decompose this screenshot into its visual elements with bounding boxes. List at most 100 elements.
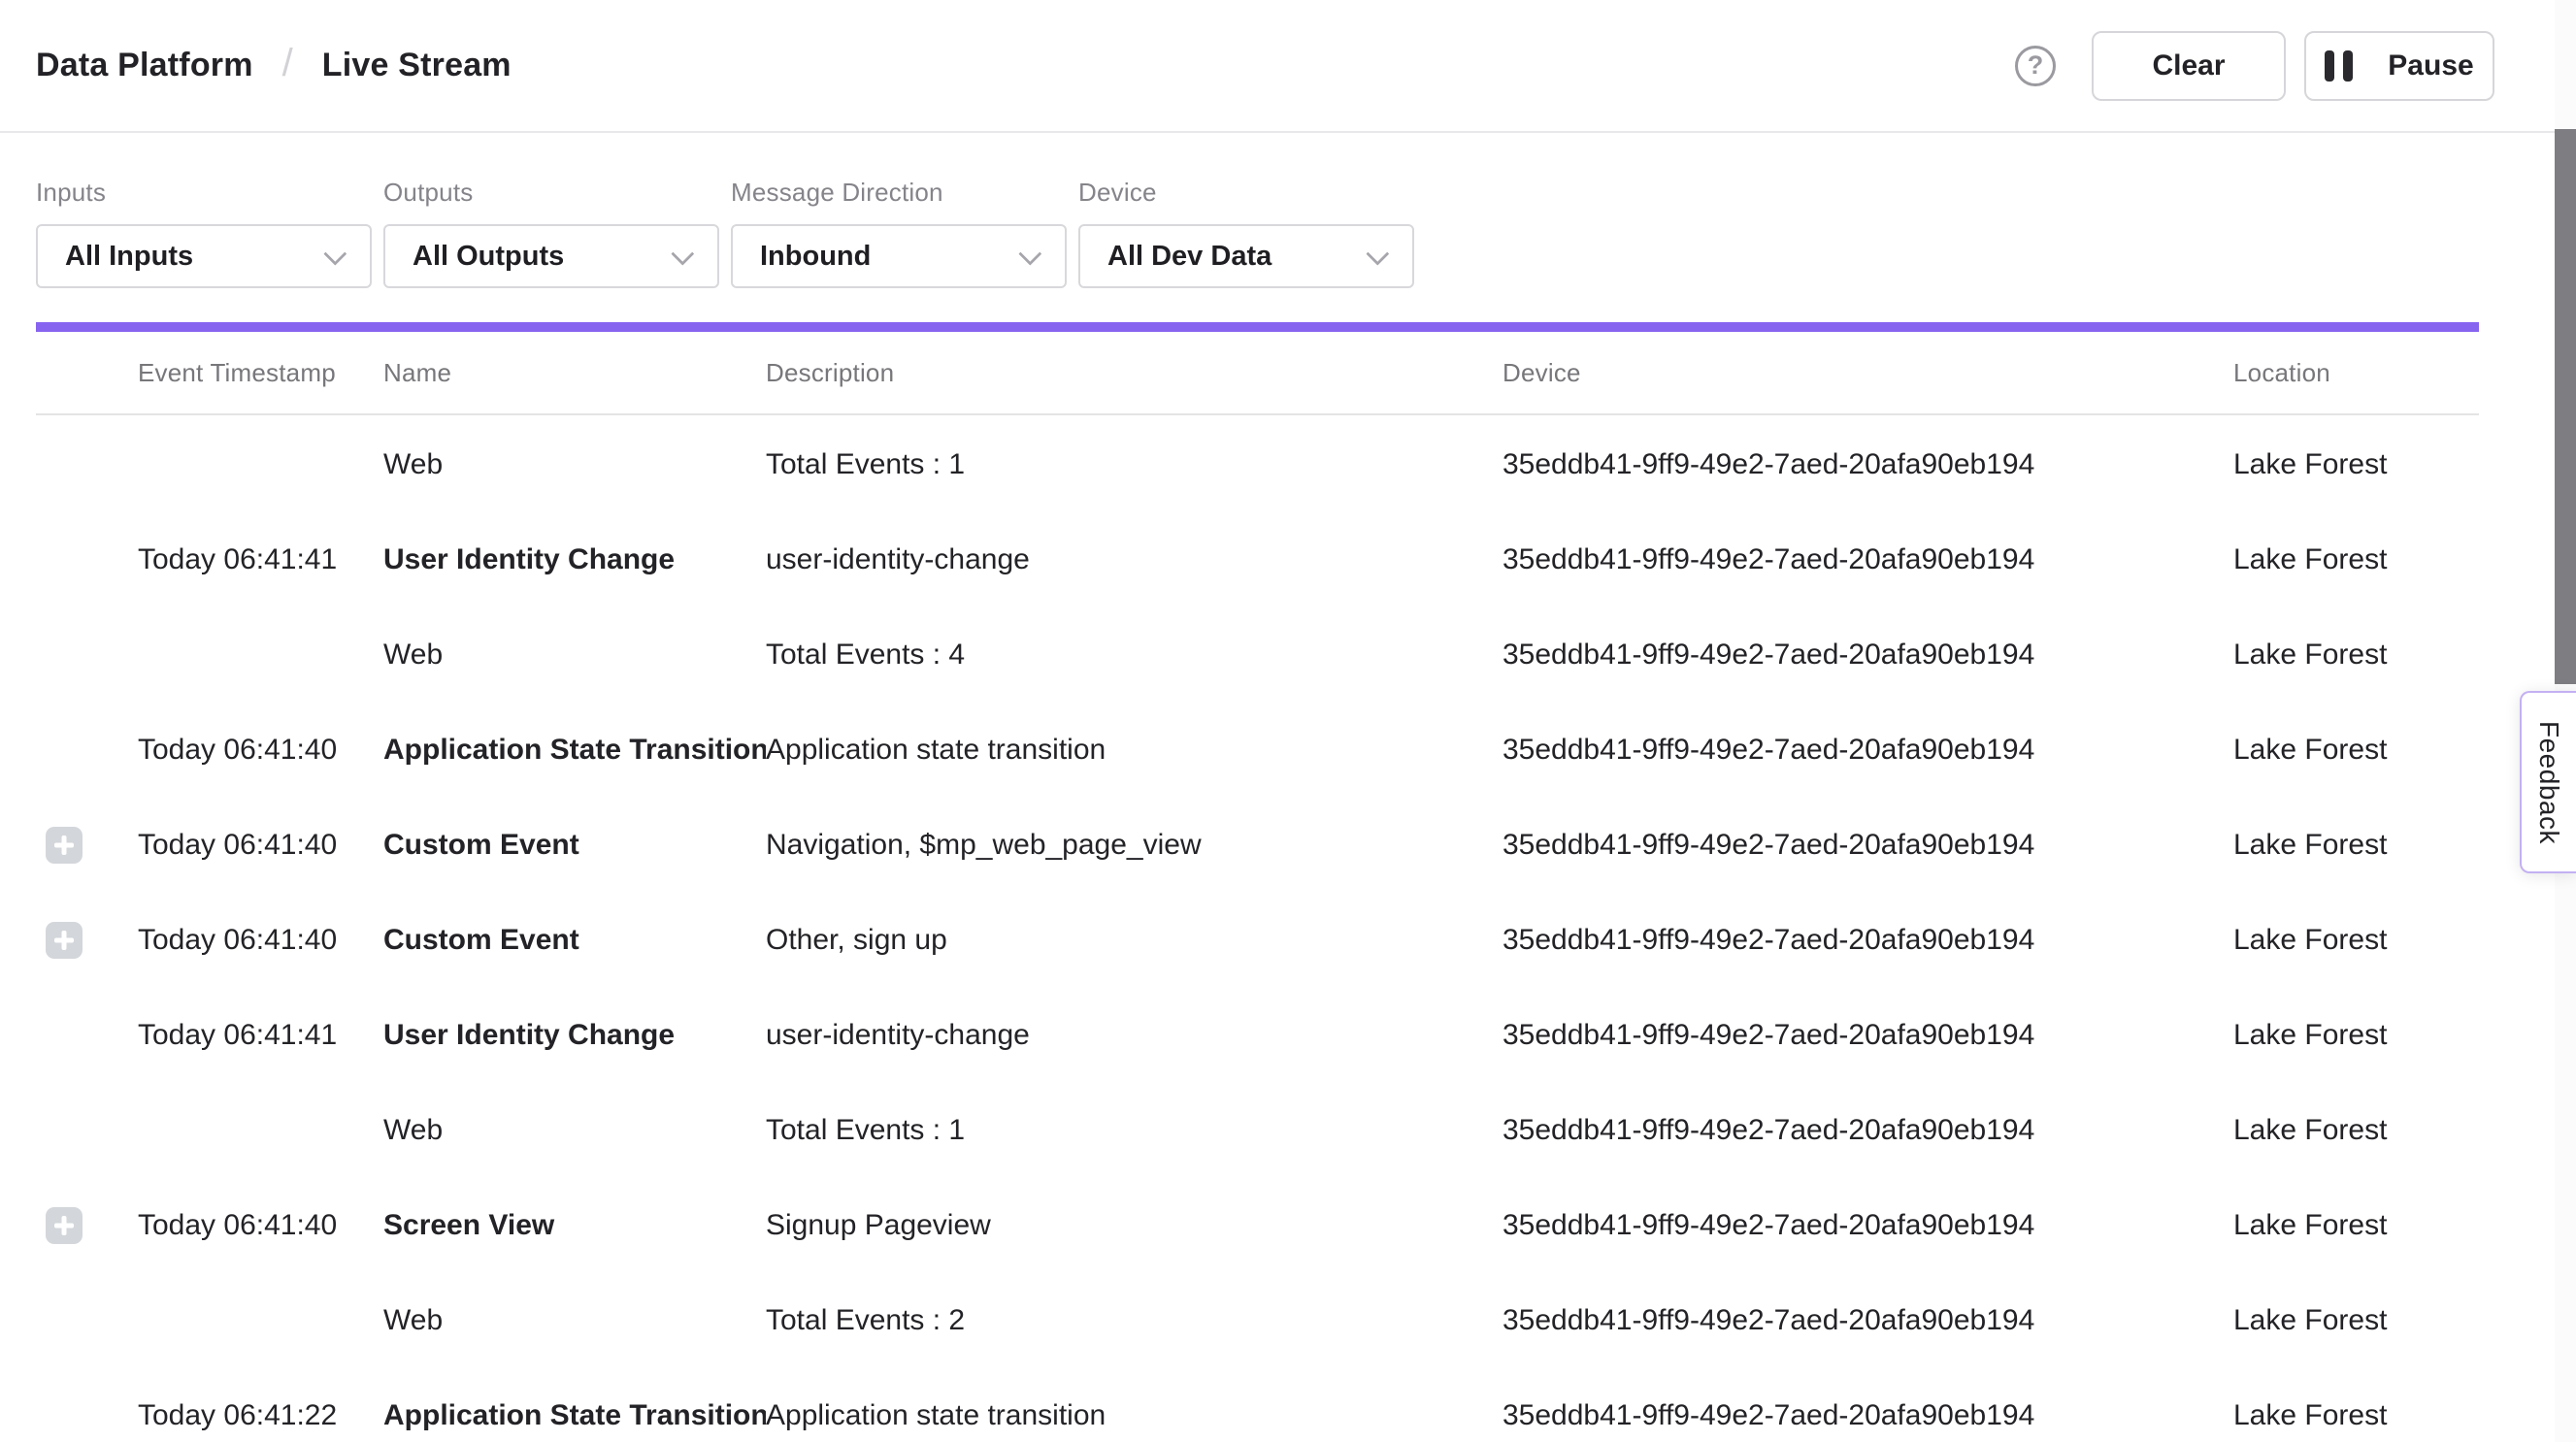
outputs-dropdown-value: All Outputs [413, 241, 564, 273]
table-row[interactable]: Today 06:41:40 Application State Transit… [36, 703, 2479, 798]
table-row[interactable]: Web Total Events : 1 35eddb41-9ff9-49e2-… [36, 1083, 2479, 1178]
event-description-cell: Total Events : 1 [766, 1114, 1503, 1147]
event-location-cell: Lake Forest [2233, 1019, 2479, 1052]
event-description-cell: Total Events : 4 [766, 639, 1503, 672]
chevron-down-icon [671, 242, 694, 265]
table-row[interactable]: Web Total Events : 4 35eddb41-9ff9-49e2-… [36, 607, 2479, 703]
event-location-cell: Lake Forest [2233, 1114, 2479, 1147]
accent-divider [36, 322, 2479, 332]
outputs-dropdown[interactable]: All Outputs [383, 224, 719, 288]
table-row[interactable]: Web Total Events : 1 35eddb41-9ff9-49e2-… [36, 417, 2479, 512]
event-location-cell: Lake Forest [2233, 924, 2479, 957]
pause-button-label: Pause [2388, 49, 2473, 82]
event-location-cell: Lake Forest [2233, 829, 2479, 862]
event-name-cell: Custom Event [383, 829, 766, 862]
event-name-cell: Web [383, 639, 766, 672]
event-name-cell: Web [383, 448, 766, 481]
filter-outputs-label: Outputs [383, 178, 719, 208]
column-header-event-timestamp: Event Timestamp [138, 358, 383, 388]
event-name-cell: Application State Transition [383, 1399, 766, 1432]
chevron-down-icon [1366, 242, 1389, 265]
breadcrumb-separator-icon: / [282, 42, 293, 85]
event-name-cell: Screen View [383, 1209, 766, 1242]
column-header-description: Description [766, 358, 1503, 388]
event-timestamp-cell: Today 06:41:22 [138, 1399, 383, 1432]
topbar: Data Platform / Live Stream ? Clear Paus… [0, 0, 2576, 133]
event-location-cell: Lake Forest [2233, 1304, 2479, 1337]
event-device-cell: 35eddb41-9ff9-49e2-7aed-20afa90eb194 [1503, 734, 2233, 767]
pause-icon [2325, 50, 2353, 82]
breadcrumb-data-platform[interactable]: Data Platform [36, 47, 253, 84]
event-device-cell: 35eddb41-9ff9-49e2-7aed-20afa90eb194 [1503, 1399, 2233, 1432]
message-direction-dropdown[interactable]: Inbound [731, 224, 1067, 288]
event-name-cell: Web [383, 1304, 766, 1337]
event-timestamp-cell: Today 06:41:41 [138, 543, 383, 576]
column-header-device: Device [1503, 358, 2233, 388]
event-name-cell: User Identity Change [383, 543, 766, 576]
event-timestamp-cell: Today 06:41:40 [138, 924, 383, 957]
filters-section: Inputs All Inputs Outputs All Outputs Me… [0, 133, 2576, 288]
expand-row-icon[interactable] [46, 1207, 83, 1244]
breadcrumb-live-stream: Live Stream [322, 47, 512, 84]
filter-device-label: Device [1078, 178, 1414, 208]
table-row[interactable]: Today 06:41:41 User Identity Change user… [36, 988, 2479, 1083]
event-description-cell: Other, sign up [766, 924, 1503, 957]
column-header-location: Location [2233, 358, 2479, 388]
help-icon[interactable]: ? [2015, 46, 2056, 86]
event-description-cell: Navigation, $mp_web_page_view [766, 829, 1503, 862]
event-device-cell: 35eddb41-9ff9-49e2-7aed-20afa90eb194 [1503, 1209, 2233, 1242]
event-device-cell: 35eddb41-9ff9-49e2-7aed-20afa90eb194 [1503, 1304, 2233, 1337]
event-location-cell: Lake Forest [2233, 448, 2479, 481]
table-row[interactable]: Today 06:41:40 Custom Event Navigation, … [36, 798, 2479, 893]
chevron-down-icon [323, 242, 347, 265]
event-location-cell: Lake Forest [2233, 1399, 2479, 1432]
breadcrumb: Data Platform / Live Stream [36, 44, 512, 87]
event-device-cell: 35eddb41-9ff9-49e2-7aed-20afa90eb194 [1503, 829, 2233, 862]
event-timestamp-cell: Today 06:41:40 [138, 734, 383, 767]
clear-button[interactable]: Clear [2092, 31, 2286, 101]
event-description-cell: Application state transition [766, 734, 1503, 767]
event-location-cell: Lake Forest [2233, 1209, 2479, 1242]
pause-button[interactable]: Pause [2304, 31, 2494, 101]
expand-row-icon[interactable] [46, 922, 83, 959]
event-device-cell: 35eddb41-9ff9-49e2-7aed-20afa90eb194 [1503, 448, 2233, 481]
event-device-cell: 35eddb41-9ff9-49e2-7aed-20afa90eb194 [1503, 924, 2233, 957]
expand-row-icon[interactable] [46, 827, 83, 864]
column-header-name: Name [383, 358, 766, 388]
device-dropdown-value: All Dev Data [1107, 241, 1271, 273]
table-header: Event Timestamp Name Description Device … [36, 332, 2479, 415]
event-table-body: Web Total Events : 1 35eddb41-9ff9-49e2-… [36, 417, 2479, 1442]
event-description-cell: Total Events : 2 [766, 1304, 1503, 1337]
event-device-cell: 35eddb41-9ff9-49e2-7aed-20afa90eb194 [1503, 1019, 2233, 1052]
event-location-cell: Lake Forest [2233, 734, 2479, 767]
event-description-cell: Signup Pageview [766, 1209, 1503, 1242]
filter-inputs: Inputs All Inputs [36, 178, 372, 288]
table-row[interactable]: Today 06:41:41 User Identity Change user… [36, 512, 2479, 607]
event-location-cell: Lake Forest [2233, 543, 2479, 576]
filter-device: Device All Dev Data [1078, 178, 1414, 288]
event-location-cell: Lake Forest [2233, 639, 2479, 672]
chevron-down-icon [1018, 242, 1041, 265]
table-row[interactable]: Today 06:41:22 Application State Transit… [36, 1368, 2479, 1442]
event-timestamp-cell: Today 06:41:40 [138, 1209, 383, 1242]
scrollbar-thumb[interactable] [2555, 129, 2576, 684]
device-dropdown[interactable]: All Dev Data [1078, 224, 1414, 288]
event-device-cell: 35eddb41-9ff9-49e2-7aed-20afa90eb194 [1503, 1114, 2233, 1147]
event-name-cell: Web [383, 1114, 766, 1147]
inputs-dropdown[interactable]: All Inputs [36, 224, 372, 288]
feedback-tab[interactable]: Feedback [2520, 691, 2576, 873]
event-description-cell: user-identity-change [766, 543, 1503, 576]
table-row[interactable]: Web Total Events : 2 35eddb41-9ff9-49e2-… [36, 1273, 2479, 1368]
event-name-cell: Custom Event [383, 924, 766, 957]
event-name-cell: User Identity Change [383, 1019, 766, 1052]
event-device-cell: 35eddb41-9ff9-49e2-7aed-20afa90eb194 [1503, 639, 2233, 672]
event-description-cell: user-identity-change [766, 1019, 1503, 1052]
table-row[interactable]: Today 06:41:40 Screen View Signup Pagevi… [36, 1178, 2479, 1273]
filter-message-direction: Message Direction Inbound [731, 178, 1067, 288]
event-name-cell: Application State Transition [383, 734, 766, 767]
filter-inputs-label: Inputs [36, 178, 372, 208]
filter-outputs: Outputs All Outputs [383, 178, 719, 288]
message-direction-dropdown-value: Inbound [760, 241, 871, 273]
event-description-cell: Total Events : 1 [766, 448, 1503, 481]
table-row[interactable]: Today 06:41:40 Custom Event Other, sign … [36, 893, 2479, 988]
